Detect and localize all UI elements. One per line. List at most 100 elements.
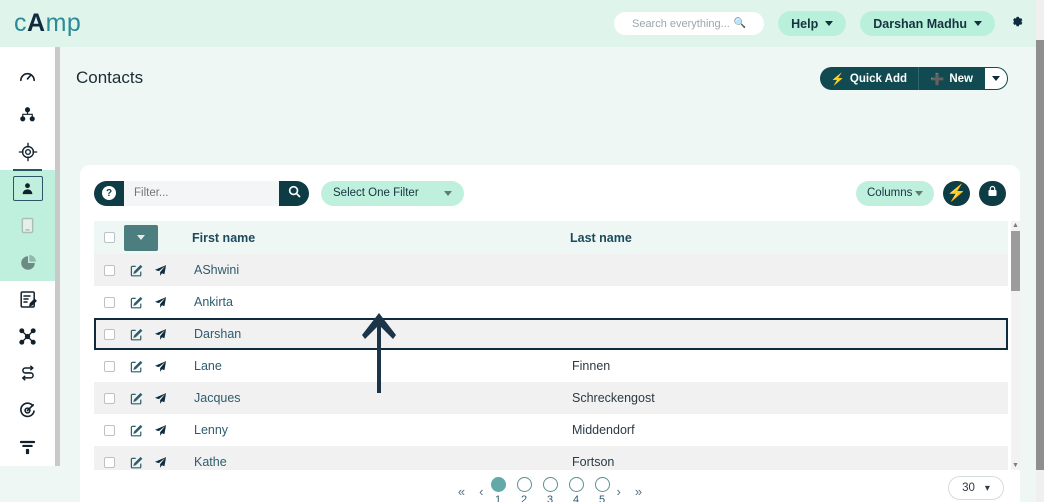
lock-icon: [987, 184, 998, 202]
page-scrollbar[interactable]: [1036, 0, 1044, 502]
pagination-prev-button[interactable]: ‹: [479, 484, 483, 499]
send-icon[interactable]: [148, 360, 172, 373]
select-one-filter-dropdown[interactable]: Select One Filter: [321, 180, 464, 206]
quick-add-label: Quick Add: [849, 72, 908, 85]
row-checkbox[interactable]: [103, 392, 115, 404]
table-row[interactable]: Ankirta: [94, 286, 1008, 318]
row-checkbox[interactable]: [103, 456, 115, 468]
row-checkbox[interactable]: [103, 264, 115, 276]
pagination-dot: [542, 477, 558, 492]
pagination-first-button[interactable]: «: [458, 484, 465, 499]
bulk-action-button[interactable]: ⚡: [943, 180, 970, 206]
send-icon[interactable]: [148, 296, 172, 309]
row-actions-dropdown-button[interactable]: [124, 224, 158, 251]
sidebar-item-network[interactable]: [0, 318, 55, 355]
new-label: New: [949, 72, 973, 85]
cell-last-name: Finnen: [572, 359, 611, 373]
gear-icon[interactable]: [1009, 14, 1024, 33]
sidebar-item-workflow[interactable]: [0, 355, 55, 392]
global-search-placeholder: Search everything...: [631, 17, 730, 30]
edit-icon[interactable]: [124, 424, 148, 437]
document-edit-icon: [19, 290, 37, 309]
pagination-page-2[interactable]: 2: [516, 477, 532, 502]
chevron-down-icon: ▾: [984, 482, 990, 494]
help-menu-button[interactable]: Help: [778, 11, 847, 36]
filter-input[interactable]: [124, 180, 279, 206]
edit-icon[interactable]: [124, 328, 148, 341]
table-scrollbar-thumb[interactable]: [1011, 231, 1020, 291]
app-logo[interactable]: cAmp: [14, 9, 81, 38]
row-checkbox[interactable]: [103, 424, 115, 436]
sidebar-item-devices[interactable]: [0, 207, 55, 244]
edit-icon[interactable]: [124, 360, 148, 373]
select-all-checkbox[interactable]: [103, 232, 115, 243]
pie-chart-icon: [20, 254, 36, 271]
column-header-first-name[interactable]: First name: [170, 231, 570, 245]
question-icon: ?: [102, 186, 116, 200]
filter-help-button[interactable]: ?: [94, 180, 124, 206]
column-header-last-name[interactable]: Last name: [570, 231, 1008, 245]
table-row[interactable]: AShwini: [94, 254, 1008, 286]
table-row[interactable]: Kathe Fortson: [94, 446, 1008, 470]
row-checkbox-cell: [94, 264, 124, 276]
edit-icon[interactable]: [124, 392, 148, 405]
sidebar-item-goals[interactable]: [0, 392, 55, 429]
quick-add-button[interactable]: ⚡ Quick Add: [819, 67, 919, 90]
new-button[interactable]: ➕ New: [918, 67, 984, 90]
toolbar-right-actions: Columns ⚡: [856, 180, 1006, 206]
pagination-page-number: 4: [572, 494, 580, 502]
send-icon[interactable]: [148, 392, 172, 405]
scroll-up-icon[interactable]: ▲: [1012, 222, 1019, 229]
new-dropdown-button[interactable]: [984, 67, 1008, 90]
page-size-dropdown[interactable]: 30 ▾: [948, 476, 1004, 500]
pagination-last-button[interactable]: »: [635, 484, 642, 499]
permissions-button[interactable]: [979, 180, 1006, 206]
row-checkbox[interactable]: [103, 360, 115, 372]
row-checkbox[interactable]: [103, 328, 115, 340]
pagination-page-5[interactable]: 5: [594, 477, 610, 502]
pagination-page-4[interactable]: 4: [568, 477, 584, 502]
send-icon[interactable]: [148, 424, 172, 437]
sidebar-item-forms[interactable]: [0, 281, 55, 318]
cell-first-name: Darshan: [194, 327, 242, 341]
send-icon[interactable]: [148, 264, 172, 277]
logo-text-part3: mp: [45, 9, 82, 37]
sidebar-item-targeting[interactable]: [0, 133, 55, 171]
row-checkbox[interactable]: [103, 296, 115, 308]
send-icon[interactable]: [148, 456, 172, 469]
top-header-bar: cAmp Search everything... 🔍 Help Darshan…: [0, 0, 1036, 47]
row-checkbox-cell: [94, 296, 124, 308]
sidebar-item-contacts[interactable]: [0, 170, 55, 207]
sidebar-item-funnel[interactable]: [0, 429, 55, 466]
page-scrollbar-thumb[interactable]: [1036, 40, 1044, 470]
chevron-down-icon: [974, 21, 982, 26]
edit-icon[interactable]: [124, 264, 148, 277]
sidebar-item-hierarchy[interactable]: [0, 96, 55, 133]
columns-label: Columns: [867, 187, 913, 199]
table-row[interactable]: Lane Finnen: [94, 350, 1008, 382]
table-row[interactable]: Jacques Schreckengost: [94, 382, 1008, 414]
filter-search-button[interactable]: [279, 180, 309, 206]
chevron-down-icon: [992, 76, 1000, 81]
send-icon[interactable]: [148, 328, 172, 341]
pagination-page-1[interactable]: 1: [490, 477, 506, 502]
table-scrollbar[interactable]: ▲ ▼: [1011, 221, 1020, 470]
row-checkbox-cell: [94, 456, 124, 468]
table-body: AShwini Ankirta Darshan Lane Finnen Jacques Sc…: [94, 254, 1008, 470]
pagination-next-button[interactable]: ›: [617, 484, 621, 499]
logo-text-part2: A: [27, 9, 46, 37]
chevron-down-icon: [444, 190, 452, 196]
sidebar-item-dashboard[interactable]: [0, 59, 55, 96]
edit-icon[interactable]: [124, 456, 148, 469]
table-row[interactable]: Darshan: [94, 318, 1008, 350]
edit-icon[interactable]: [124, 296, 148, 309]
scroll-down-icon[interactable]: ▼: [1012, 462, 1019, 469]
table-row[interactable]: Lenny Middendorf: [94, 414, 1008, 446]
pagination-page-3[interactable]: 3: [542, 477, 558, 502]
cell-first-name: Kathe: [194, 455, 227, 469]
global-search-input[interactable]: Search everything... 🔍: [614, 12, 765, 35]
crosshair-icon: [18, 142, 38, 162]
sidebar-item-reports[interactable]: [0, 244, 55, 281]
columns-dropdown[interactable]: Columns: [856, 180, 934, 206]
user-menu-button[interactable]: Darshan Madhu: [860, 11, 995, 36]
